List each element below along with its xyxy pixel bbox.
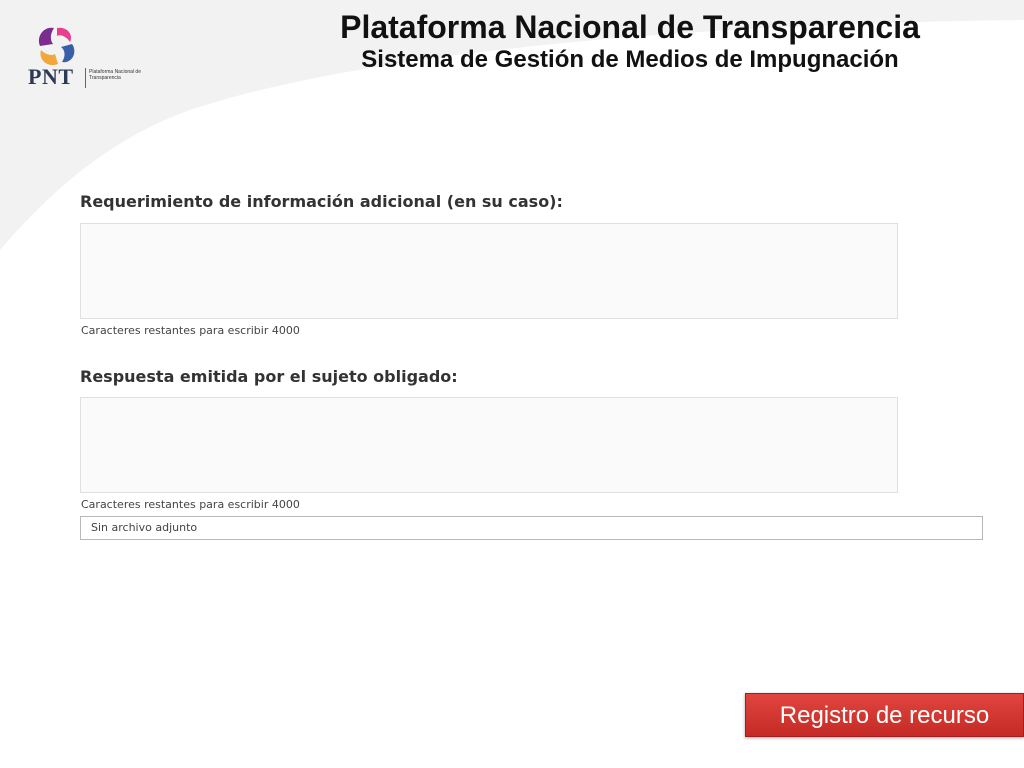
page-title: Plataforma Nacional de Transparencia: [340, 9, 920, 45]
register-appeal-button[interactable]: Registro de recurso: [745, 693, 1024, 737]
additional-info-textarea[interactable]: [80, 223, 898, 319]
attachment-field[interactable]: Sin archivo adjunto: [80, 516, 983, 540]
logo-acronym: PNT: [28, 64, 74, 89]
response-counter: Caracteres restantes para escribir 4000: [81, 498, 300, 511]
page-subtitle: Sistema de Gestión de Medios de Impugnac…: [361, 46, 899, 73]
additional-info-counter: Caracteres restantes para escribir 4000: [81, 324, 300, 337]
response-textarea[interactable]: [80, 397, 898, 493]
attachment-status: Sin archivo adjunto: [91, 521, 198, 534]
pnt-logo: PNT Plataforma Nacional de Transparencia: [28, 24, 141, 90]
page-header: Plataforma Nacional de Transparencia Sis…: [300, 8, 960, 74]
logo-subtitle: Plataforma Nacional de Transparencia: [89, 69, 141, 81]
pnt-logo-icon: [38, 27, 75, 66]
additional-info-label: Requerimiento de información adicional (…: [80, 192, 563, 211]
response-label: Respuesta emitida por el sujeto obligado…: [80, 367, 458, 386]
logo-divider: [85, 68, 86, 88]
